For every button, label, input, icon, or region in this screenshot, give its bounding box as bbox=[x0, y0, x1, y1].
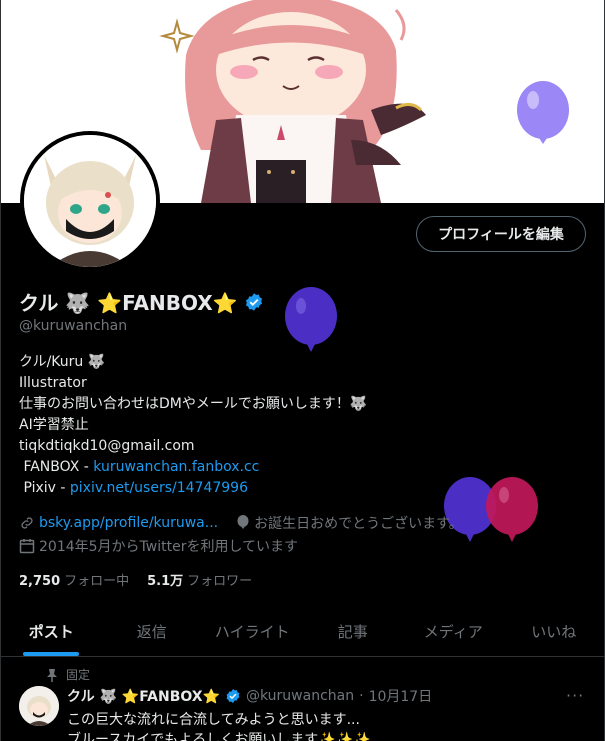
display-name: クル 🐺 ⭐FANBOX⭐ bbox=[19, 291, 238, 315]
pixiv-link[interactable]: pixiv.net/users/14747996 bbox=[70, 480, 248, 496]
website-item[interactable]: bsky.app/profile/kuruwa... bbox=[19, 515, 218, 531]
link-icon bbox=[19, 515, 35, 531]
tab-media[interactable]: メディア bbox=[403, 606, 504, 656]
pin-icon bbox=[46, 668, 58, 682]
post-dot: · bbox=[359, 688, 364, 704]
bio-line: 仕事のお問い合わせはDMやメールでお願いします！🐺 bbox=[19, 396, 368, 412]
bio-line-fanbox: FANBOX - kuruwanchan.fanbox.cc bbox=[19, 457, 367, 478]
tab-articles[interactable]: 記事 bbox=[303, 606, 404, 656]
tab-highlights[interactable]: ハイライト bbox=[202, 606, 303, 656]
bio-line-pixiv: Pixiv - pixiv.net/users/14747996 bbox=[19, 478, 367, 499]
profile-bio: クル/Kuru 🐺 Illustrator 仕事のお問い合わせはDMやメールでお… bbox=[19, 352, 367, 499]
pixiv-label: Pixiv - bbox=[19, 480, 70, 496]
edit-profile-button[interactable]: プロフィールを編集 bbox=[416, 216, 586, 252]
bio-line: Illustrator bbox=[19, 375, 87, 391]
birthday-text: お誕生日おめでとうございます。 bbox=[254, 516, 463, 532]
pinned-label: 固定 bbox=[66, 668, 91, 682]
birthday-item: お誕生日おめでとうございます。 bbox=[236, 513, 463, 533]
tab-posts[interactable]: ポスト bbox=[1, 606, 102, 656]
tab-likes[interactable]: いいね bbox=[504, 606, 605, 656]
joined-text: 2014年5月からTwitterを利用しています bbox=[39, 539, 299, 555]
avatar-illustration bbox=[24, 135, 156, 267]
balloon-icon bbox=[484, 476, 540, 550]
followers-count: 5.1万 bbox=[147, 574, 184, 589]
fanbox-label: FANBOX - bbox=[19, 459, 94, 475]
post-author-name[interactable]: クル 🐺 ⭐FANBOX⭐ bbox=[67, 686, 220, 706]
tab-replies[interactable]: 返信 bbox=[102, 606, 203, 656]
followers-label: フォロワー bbox=[187, 574, 253, 589]
post-header: クル 🐺 ⭐FANBOX⭐ @kuruwanchan · 10月17日 bbox=[67, 686, 432, 706]
calendar-icon bbox=[19, 538, 35, 554]
sparkle-icon bbox=[159, 18, 195, 54]
website-link[interactable]: bsky.app/profile/kuruwa... bbox=[39, 515, 218, 531]
bio-email[interactable]: tiqkdtiqkd10@gmail.com bbox=[19, 436, 367, 457]
pinned-indicator: 固定 bbox=[46, 666, 90, 683]
followers-link[interactable]: 5.1万 フォロワー bbox=[147, 570, 252, 589]
post-line: ブルースカイでもよろしくお願いします✨✨✨ bbox=[67, 732, 371, 741]
following-count: 2,750 bbox=[19, 574, 61, 589]
follow-stats: 2,750 フォロー中 5.1万 フォロワー bbox=[19, 570, 252, 589]
profile-meta-row: bsky.app/profile/kuruwa... お誕生日おめでとうございま… bbox=[19, 513, 463, 533]
profile-handle: @kuruwanchan bbox=[19, 318, 128, 334]
balloon-icon bbox=[517, 81, 569, 144]
post-author-handle[interactable]: @kuruwanchan bbox=[246, 688, 354, 704]
bio-line: クル/Kuru 🐺 bbox=[19, 354, 106, 370]
post-text[interactable]: この巨大な流れに合流してみようと思います... ブルースカイでもよろしくお願いし… bbox=[67, 710, 371, 741]
profile-avatar[interactable] bbox=[20, 131, 160, 271]
joined-row: 2014年5月からTwitterを利用しています bbox=[19, 536, 298, 556]
more-icon[interactable]: ··· bbox=[566, 686, 584, 705]
verified-badge-icon bbox=[225, 688, 241, 704]
fanbox-link[interactable]: kuruwanchan.fanbox.cc bbox=[93, 459, 259, 475]
verified-badge-icon[interactable] bbox=[244, 292, 264, 312]
bio-line: AI学習禁止 bbox=[19, 417, 89, 433]
following-link[interactable]: 2,750 フォロー中 bbox=[19, 570, 129, 589]
post-author-avatar[interactable] bbox=[19, 686, 59, 726]
balloon-icon bbox=[236, 515, 250, 531]
profile-tabs: ポスト 返信 ハイライト 記事 メディア いいね bbox=[1, 606, 604, 657]
post-line: この巨大な流れに合流してみようと思います... bbox=[67, 712, 360, 728]
following-label: フォロー中 bbox=[64, 574, 130, 589]
balloon-icon bbox=[283, 286, 339, 360]
profile-name-row: クル 🐺 ⭐FANBOX⭐ bbox=[19, 287, 264, 316]
post-date[interactable]: 10月17日 bbox=[369, 686, 433, 706]
